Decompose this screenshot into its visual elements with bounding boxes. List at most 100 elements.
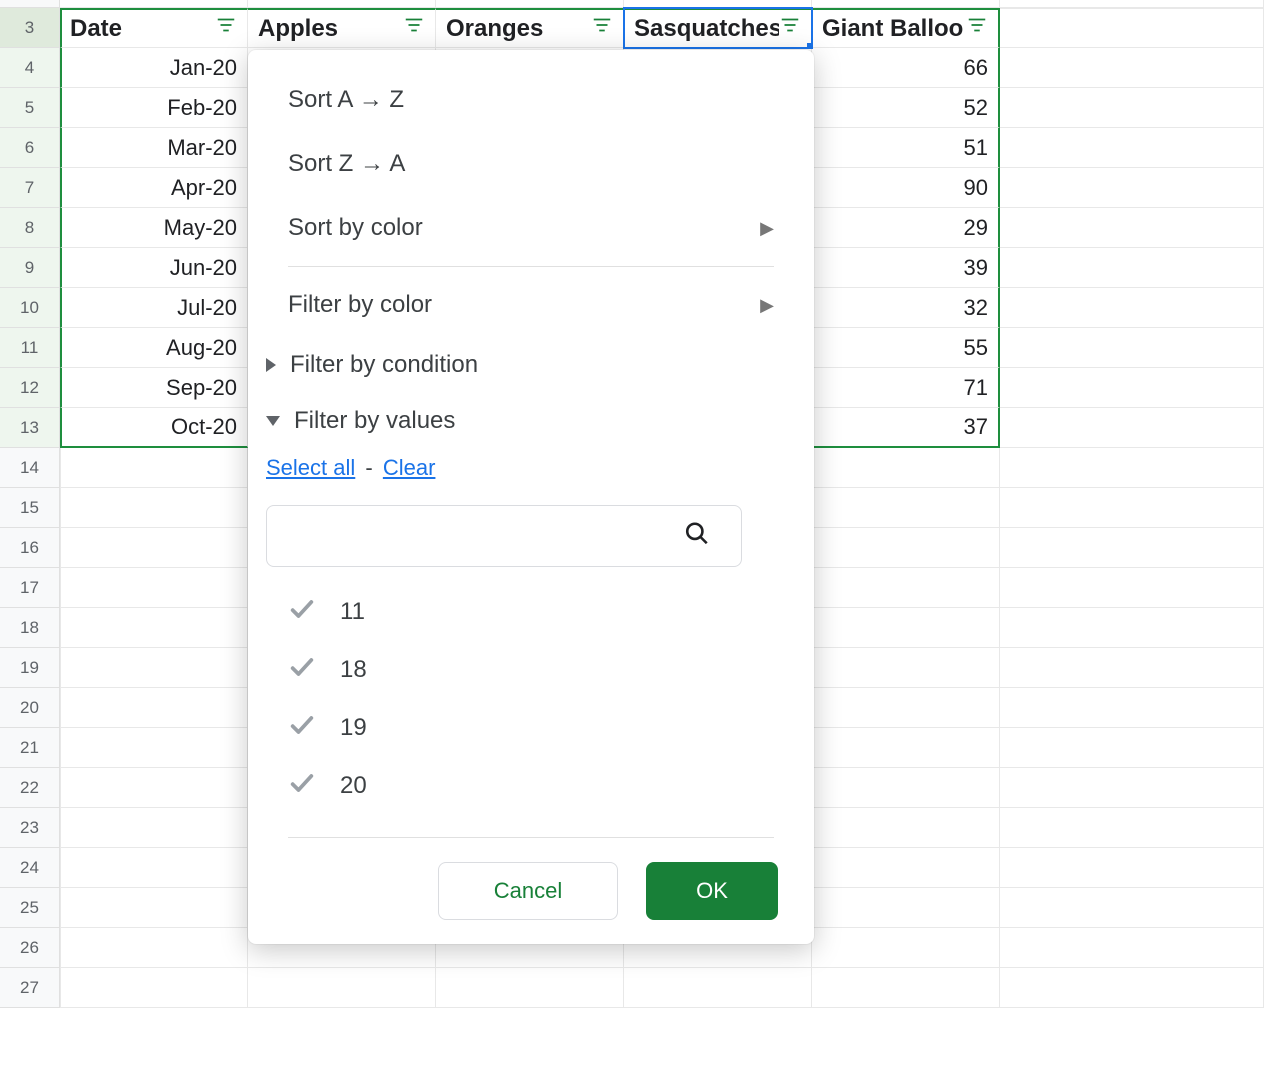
filter-icon[interactable] — [591, 14, 613, 43]
cell[interactable] — [812, 448, 1000, 488]
filter-value-item[interactable]: 20 — [248, 757, 814, 815]
cell-date[interactable]: Aug-20 — [60, 328, 248, 368]
cell[interactable] — [1000, 328, 1264, 368]
filter-value-item[interactable]: 18 — [248, 641, 814, 699]
cell[interactable] — [812, 688, 1000, 728]
cell[interactable] — [1000, 608, 1264, 648]
filter-icon[interactable] — [215, 14, 237, 43]
header-date[interactable]: Date — [60, 8, 248, 48]
row-number[interactable]: 26 — [0, 928, 60, 968]
cell-date[interactable]: Jul-20 — [60, 288, 248, 328]
row-number[interactable]: 14 — [0, 448, 60, 488]
row-number[interactable]: 22 — [0, 768, 60, 808]
cell-date[interactable]: Jan-20 — [60, 48, 248, 88]
row-number[interactable]: 12 — [0, 368, 60, 408]
cell[interactable] — [60, 888, 248, 928]
filter-value-item[interactable]: 11 — [248, 583, 814, 641]
cell[interactable] — [1000, 688, 1264, 728]
cell-date[interactable]: Jun-20 — [60, 248, 248, 288]
row-number[interactable]: 7 — [0, 168, 60, 208]
row-number[interactable]: 10 — [0, 288, 60, 328]
row-number[interactable]: 25 — [0, 888, 60, 928]
cell[interactable] — [1000, 488, 1264, 528]
cell[interactable] — [60, 448, 248, 488]
cell[interactable] — [60, 728, 248, 768]
cell-date[interactable]: Oct-20 — [60, 408, 248, 448]
filter-search-input[interactable] — [266, 505, 742, 567]
cell-date[interactable]: Mar-20 — [60, 128, 248, 168]
row-number[interactable]: 15 — [0, 488, 60, 528]
cell-value[interactable]: 55 — [812, 328, 1000, 368]
cell[interactable] — [60, 968, 248, 1008]
cell-date[interactable]: Sep-20 — [60, 368, 248, 408]
filter-icon[interactable] — [779, 14, 801, 43]
row-number[interactable]: 6 — [0, 128, 60, 168]
cell[interactable] — [1000, 888, 1264, 928]
cell[interactable] — [1000, 568, 1264, 608]
cell[interactable] — [60, 608, 248, 648]
cell[interactable] — [1000, 408, 1264, 448]
cell[interactable] — [812, 488, 1000, 528]
cell[interactable] — [1000, 128, 1264, 168]
cell[interactable] — [1000, 448, 1264, 488]
cell[interactable] — [60, 528, 248, 568]
cell[interactable] — [812, 568, 1000, 608]
row-number[interactable]: 27 — [0, 968, 60, 1008]
cell[interactable] — [1000, 168, 1264, 208]
row-number[interactable]: 24 — [0, 848, 60, 888]
row-number[interactable]: 3 — [0, 8, 60, 48]
cell[interactable] — [1000, 88, 1264, 128]
cell[interactable] — [1000, 208, 1264, 248]
clear-link[interactable]: Clear — [383, 455, 436, 480]
cell[interactable] — [1000, 808, 1264, 848]
cell-value[interactable]: 29 — [812, 208, 1000, 248]
row-number[interactable]: 16 — [0, 528, 60, 568]
select-all-link[interactable]: Select all — [266, 455, 355, 480]
cell[interactable] — [1000, 848, 1264, 888]
cell-value[interactable]: 39 — [812, 248, 1000, 288]
cell[interactable] — [812, 808, 1000, 848]
row-number[interactable]: 23 — [0, 808, 60, 848]
cell[interactable] — [60, 688, 248, 728]
cell-value[interactable]: 32 — [812, 288, 1000, 328]
row-number[interactable]: 9 — [0, 248, 60, 288]
cell-value[interactable]: 90 — [812, 168, 1000, 208]
filter-value-item[interactable]: 19 — [248, 699, 814, 757]
row-number[interactable]: 4 — [0, 48, 60, 88]
row-number[interactable]: 21 — [0, 728, 60, 768]
cell-value[interactable]: 51 — [812, 128, 1000, 168]
cell-date[interactable]: Apr-20 — [60, 168, 248, 208]
cancel-button[interactable]: Cancel — [438, 862, 618, 920]
cell[interactable] — [812, 968, 1000, 1008]
cell[interactable] — [60, 848, 248, 888]
cell[interactable] — [248, 968, 436, 1008]
cell[interactable] — [1000, 528, 1264, 568]
cell[interactable] — [60, 928, 248, 968]
cell[interactable] — [1000, 288, 1264, 328]
cell-date[interactable]: May-20 — [60, 208, 248, 248]
cell[interactable] — [60, 568, 248, 608]
cell[interactable] — [1000, 248, 1264, 288]
cell-value[interactable]: 52 — [812, 88, 1000, 128]
row-number[interactable]: 19 — [0, 648, 60, 688]
cell[interactable] — [812, 768, 1000, 808]
cell[interactable] — [60, 768, 248, 808]
cell[interactable] — [1000, 928, 1264, 968]
row-number[interactable]: 8 — [0, 208, 60, 248]
cell[interactable] — [1000, 968, 1264, 1008]
sort-za[interactable]: Sort Z → A — [248, 132, 814, 196]
cell[interactable] — [436, 968, 624, 1008]
header-giant-balloo[interactable]: Giant Balloo — [812, 8, 1000, 48]
row-number[interactable] — [0, 0, 60, 8]
ok-button[interactable]: OK — [646, 862, 778, 920]
row-number[interactable]: 5 — [0, 88, 60, 128]
cell[interactable] — [1000, 728, 1264, 768]
cell[interactable] — [1000, 768, 1264, 808]
cell[interactable] — [1000, 368, 1264, 408]
cell[interactable] — [624, 968, 812, 1008]
cell[interactable] — [812, 528, 1000, 568]
cell[interactable] — [1000, 648, 1264, 688]
cell-value[interactable]: 71 — [812, 368, 1000, 408]
cell[interactable] — [812, 648, 1000, 688]
cell[interactable] — [812, 888, 1000, 928]
